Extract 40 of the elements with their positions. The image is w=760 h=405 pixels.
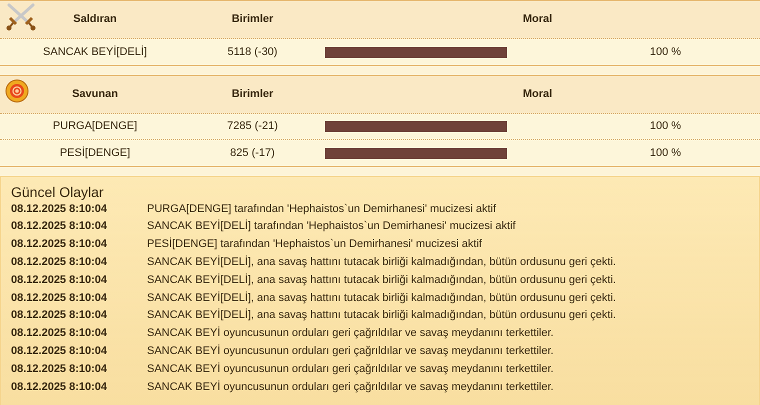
event-time: 08.12.2025 8:10:04 — [11, 272, 108, 288]
event-message: SANCAK BEYİ[DELİ], ana savaş hattını tutacak birliği kalmadığından, bütün ordusunu geri çekti. — [147, 272, 616, 288]
event-time: 08.12.2025 8:10:04 — [11, 219, 108, 234]
morale-percent: 100 % — [650, 146, 682, 161]
event-time: 08.12.2025 8:10:04 — [11, 290, 108, 306]
player-name: PESİ[DENGE] — [60, 146, 130, 161]
round-shield-icon — [5, 79, 29, 103]
column-header: Moral — [522, 12, 552, 28]
event-message: SANCAK BEYİ oyuncusunun orduları geri çağrıldılar ve savaş meydanını terkettiler. — [147, 344, 554, 360]
event-time: 08.12.2025 8:10:04 — [11, 380, 108, 395]
unit-count: 7285 (-21) — [227, 119, 278, 134]
event-message: SANCAK BEYİ oyuncusunun orduları geri çağrıldılar ve savaş meydanını terkettiler. — [147, 362, 554, 377]
event-message: SANCAK BEYİ oyuncusunun orduları geri çağrıldılar ve savaş meydanını terkettiler. — [147, 380, 554, 395]
crossed-swords-icon — [5, 3, 37, 31]
event-message: SANCAK BEYİ[DELİ], ana savaş hattını tutacak birliği kalmadığından, bütün ordusunu geri çekti. — [147, 290, 616, 306]
column-header: Birimler — [232, 12, 274, 28]
event-time: 08.12.2025 8:10:04 — [11, 255, 108, 270]
event-time: 08.12.2025 8:10:04 — [11, 326, 108, 342]
event-time: 08.12.2025 8:10:04 — [11, 308, 108, 324]
column-header: Birimler — [232, 87, 274, 102]
event-time: 08.12.2025 8:10:04 — [11, 237, 108, 252]
event-message: SANCAK BEYİ[DELİ], ana savaş hattını tutacak birliği kalmadığından, bütün ordusunu geri çekti. — [147, 308, 616, 324]
unit-count: 825 (-17) — [230, 146, 275, 161]
event-message: PURGA[DENGE] tarafından 'Hephaistos`un Demirhanesi' mucizesi aktif — [147, 202, 496, 217]
player-name: PURGA[DENGE] — [52, 119, 138, 134]
morale-percent: 100 % — [650, 119, 682, 134]
event-time: 08.12.2025 8:10:04 — [11, 344, 108, 360]
unit-count: 5118 (-30) — [228, 44, 278, 60]
column-header: Savunan — [72, 87, 118, 102]
event-message: PESİ[DENGE] tarafından 'Hephaistos`un Demirhanesi' mucizesi aktif — [147, 236, 482, 252]
section-title: Güncel Olaylar — [11, 185, 105, 199]
column-header: Moral — [522, 87, 552, 102]
event-message: SANCAK BEYİ[DELİ], ana savaş hattını tutacak birliği kalmadığından, bütün ordusunu geri çekti. — [147, 254, 616, 270]
player-name: SANCAK BEYİ[DELİ] — [43, 44, 147, 60]
event-time: 08.12.2025 8:10:04 — [11, 202, 108, 217]
column-header: Saldıran — [73, 12, 117, 28]
event-message: SANCAK BEYİ oyuncusunun orduları geri çağrıldılar ve savaş meydanını terkettiler. — [147, 326, 554, 342]
event-time: 08.12.2025 8:10:04 — [11, 362, 108, 377]
event-message: SANCAK BEYİ[DELİ] tarafından 'Hephaistos`un Demirhanesi' mucizesi aktif — [147, 218, 516, 234]
morale-percent: 100 % — [650, 44, 682, 60]
